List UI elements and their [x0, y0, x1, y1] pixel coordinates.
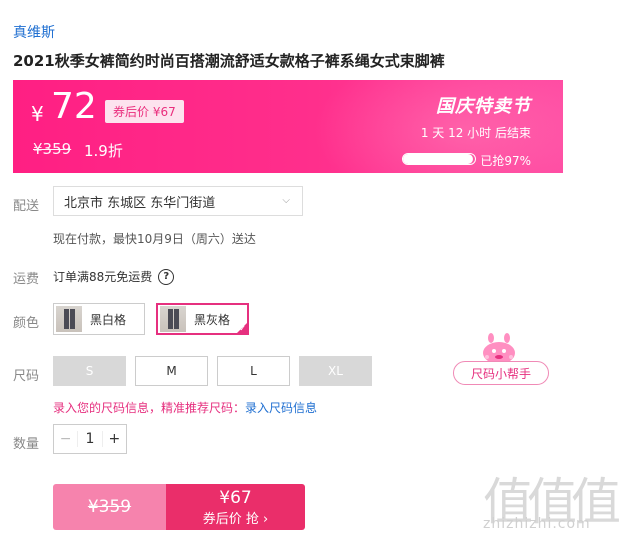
size-option-xl[interactable]: XL [299, 356, 372, 386]
delivery-address: 北京市 东城区 东华门街道 [64, 195, 216, 211]
color-option-black-gray[interactable]: 黑灰格 ✓ [156, 303, 249, 335]
coupon-price-tag: 券后价 ¥67 [105, 100, 184, 123]
size-tip: 录入您的尺码信息，精准推荐尺码：录入尺码信息 [53, 399, 317, 416]
coupon-buy-button[interactable]: ¥67 券后价 抢 › [166, 484, 305, 530]
delivery-label: 配送 [13, 199, 40, 214]
delivery-address-select[interactable]: 北京市 东城区 东华门街道 ⌵ [53, 186, 303, 216]
product-title: 2021秋季女裤简约时尚百搭潮流舒适女款格子裤系绳女式束脚裤 [13, 52, 445, 70]
sold-progress-bar [402, 153, 476, 165]
chevron-down-icon: ⌵ [282, 195, 290, 206]
coupon-price: ¥67 [219, 487, 252, 508]
shipping-label: 运费 [13, 272, 40, 287]
watermark-url: zhizhizhi.com [483, 516, 591, 532]
quantity-minus-button[interactable]: − [54, 431, 79, 447]
sold-progress-fill [403, 154, 473, 164]
quantity-plus-button[interactable]: + [101, 431, 126, 447]
original-price-buy-button[interactable]: ¥359 [53, 484, 166, 530]
color-option-black-white[interactable]: 黑白格 [53, 303, 145, 335]
check-icon: ✓ [239, 324, 246, 333]
size-option-l[interactable]: L [217, 356, 290, 386]
promo-banner: ¥ 72 券后价 ¥67 ¥359 1.9折 国庆特卖节 1 天 12 小时 后… [13, 80, 563, 173]
buy-button-group: ¥359 ¥67 券后价 抢 › [53, 484, 305, 530]
shipping-info: 订单满88元免运费 ? [53, 268, 175, 285]
size-option-m[interactable]: M [135, 356, 208, 386]
current-price: 72 [51, 86, 97, 127]
quantity-stepper[interactable]: − 1 + [53, 424, 127, 454]
color-option-label: 黑白格 [90, 312, 127, 327]
quantity-label: 数量 [13, 437, 40, 452]
original-price: ¥359 [33, 140, 72, 158]
watermark: 值值值 zhizhizhi.com [483, 462, 633, 542]
coupon-buy-label: 券后价 抢 › [202, 511, 269, 527]
countdown-timer: 1 天 12 小时 后结束 [420, 126, 531, 140]
size-record-link[interactable]: 录入尺码信息 [245, 401, 317, 415]
product-thumbnail [160, 306, 186, 332]
size-option-s[interactable]: S [53, 356, 126, 386]
brand-link[interactable]: 真维斯 [13, 22, 55, 42]
help-icon[interactable]: ? [158, 268, 175, 285]
sold-percent: 已抢97% [480, 154, 531, 168]
color-option-label: 黑灰格 [194, 312, 231, 327]
product-thumbnail [56, 306, 82, 332]
size-tip-text: 录入您的尺码信息，精准推荐尺码： [53, 401, 246, 415]
size-label: 尺码 [13, 369, 40, 384]
shipping-text: 订单满88元免运费 [53, 270, 153, 284]
price-symbol: ¥ [31, 102, 44, 126]
size-helper-button[interactable]: 尺码小帮手 [453, 361, 549, 385]
festival-title: 国庆特卖节 [436, 96, 531, 117]
size-helper[interactable]: 尺码小帮手 [453, 333, 549, 387]
delivery-eta: 现在付款，最快10月9日（周六）送达 [53, 232, 256, 246]
discount-rate: 1.9折 [84, 142, 123, 160]
color-label: 颜色 [13, 316, 40, 331]
quantity-value[interactable]: 1 [78, 431, 101, 447]
